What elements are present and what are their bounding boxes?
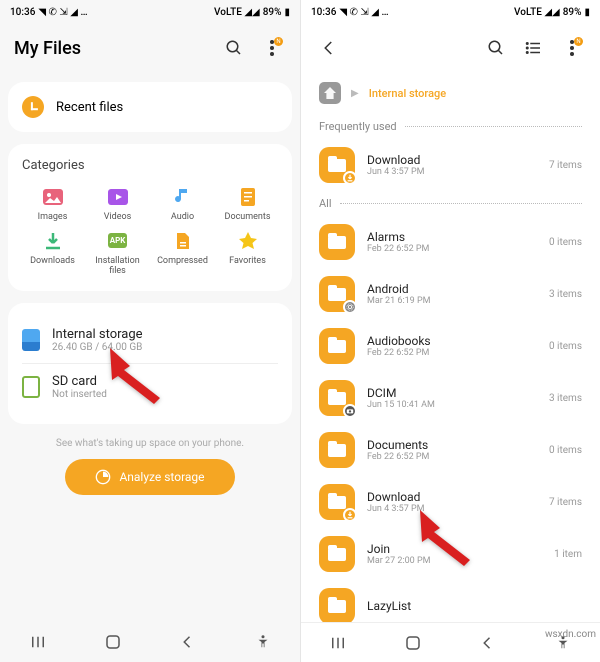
folder-row[interactable]: Audiobooks Feb 22 6:52 PM 0 items <box>301 320 600 372</box>
back-icon[interactable] <box>315 34 343 62</box>
download-badge-icon <box>343 171 357 185</box>
category-downloads[interactable]: Downloads <box>22 229 83 277</box>
page-title: My Files <box>14 38 210 59</box>
folder-row[interactable]: DCIM Jun 15 10:41 AM 3 items <box>301 372 600 424</box>
more-icon[interactable]: N <box>258 34 286 62</box>
gear-badge-icon <box>343 300 357 314</box>
nav-bar <box>0 622 300 662</box>
category-compressed[interactable]: Compressed <box>152 229 213 277</box>
folder-row[interactable]: Android Mar 21 6:19 PM 3 items <box>301 268 600 320</box>
internal-storage-icon <box>22 329 40 351</box>
breadcrumb-separator: ▶ <box>351 88 359 99</box>
annotation-arrow-right <box>420 510 500 574</box>
status-bar: 10:36◥ ✆ ⇲ ◢ … VoLTE ◢◢ 89%▮ <box>0 0 300 24</box>
categories-card: Categories Images Videos Audio Documents… <box>8 144 292 291</box>
folder-icon <box>319 588 355 622</box>
search-icon[interactable] <box>220 34 248 62</box>
recent-files-label: Recent files <box>56 100 123 115</box>
nav-home-icon[interactable] <box>104 633 122 651</box>
breadcrumb: ▶ Internal storage <box>301 76 600 114</box>
nav-bar <box>301 622 600 662</box>
folder-row[interactable]: Download Jun 4 3:57 PM 7 items <box>301 139 600 191</box>
clock-icon <box>22 96 44 118</box>
category-installation-files[interactable]: APK Installation files <box>87 229 148 277</box>
nav-accessibility-icon[interactable] <box>254 633 272 651</box>
home-icon[interactable] <box>319 82 341 104</box>
frequently-used-label: Frequently used <box>319 120 397 133</box>
category-videos[interactable]: Videos <box>87 185 148 223</box>
category-images[interactable]: Images <box>22 185 83 223</box>
nav-back-icon[interactable] <box>479 634 497 652</box>
folder-row[interactable]: Documents Feb 22 6:52 PM 0 items <box>301 424 600 476</box>
folder-icon <box>319 536 355 572</box>
nav-recents-icon[interactable] <box>329 634 347 652</box>
notification-badge: N <box>574 37 583 46</box>
folder-icon <box>319 224 355 260</box>
analyze-storage-button[interactable]: Analyze storage <box>65 459 235 495</box>
nav-recents-icon[interactable] <box>29 633 47 651</box>
categories-title: Categories <box>22 158 278 173</box>
folder-icon <box>319 276 355 312</box>
category-audio[interactable]: Audio <box>152 185 213 223</box>
more-icon[interactable]: N <box>558 34 586 62</box>
screen-my-files: 10:36◥ ✆ ⇲ ◢ … VoLTE ◢◢ 89%▮ My Files N … <box>0 0 300 662</box>
storage-hint: See what's taking up space on your phone… <box>0 438 300 449</box>
folder-row[interactable]: Alarms Feb 22 6:52 PM 0 items <box>301 216 600 268</box>
folder-row[interactable]: LazyList <box>301 580 600 622</box>
category-icon <box>41 185 65 209</box>
camera-badge-icon <box>343 404 357 418</box>
category-icon <box>106 185 130 209</box>
annotation-arrow-left <box>110 348 190 412</box>
view-list-icon[interactable] <box>520 34 548 62</box>
folder-icon <box>319 380 355 416</box>
category-icon: APK <box>106 229 130 253</box>
folder-icon <box>319 147 355 183</box>
folder-icon <box>319 432 355 468</box>
download-badge-icon <box>343 508 357 522</box>
category-icon <box>171 185 195 209</box>
nav-back-icon[interactable] <box>179 633 197 651</box>
notification-badge: N <box>274 37 283 46</box>
category-icon <box>236 229 260 253</box>
category-icon <box>236 185 260 209</box>
watermark: wsxdn.com <box>545 629 596 640</box>
recent-files-button[interactable]: Recent files <box>8 82 292 132</box>
breadcrumb-current[interactable]: Internal storage <box>369 87 446 100</box>
category-icon <box>171 229 195 253</box>
category-favorites[interactable]: Favorites <box>217 229 278 277</box>
search-icon[interactable] <box>482 34 510 62</box>
sd-card-icon <box>22 376 40 398</box>
status-bar: 10:36◥ ✆ ⇲ ◢ … VoLTE ◢◢ 89%▮ <box>301 0 600 24</box>
category-icon <box>41 229 65 253</box>
folder-icon <box>319 328 355 364</box>
category-documents[interactable]: Documents <box>217 185 278 223</box>
all-label: All <box>319 197 332 210</box>
analyze-icon <box>95 469 111 485</box>
folder-icon <box>319 484 355 520</box>
nav-home-icon[interactable] <box>404 634 422 652</box>
